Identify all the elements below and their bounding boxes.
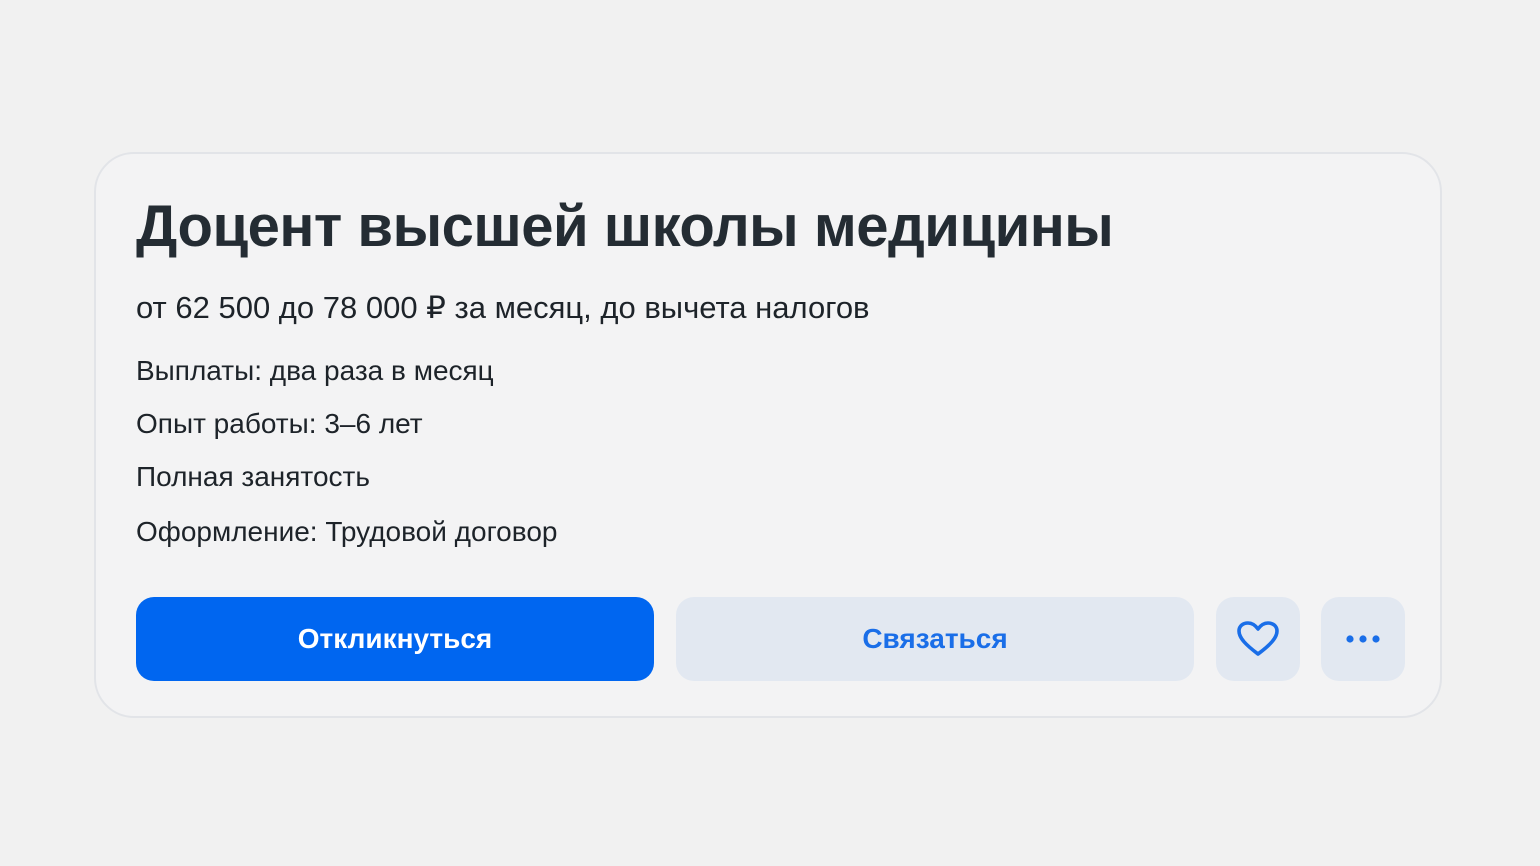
work-experience: Опыт работы: 3–6 лет: [136, 408, 423, 439]
contract-type: Оформление: Трудовой договор: [136, 516, 558, 547]
vacancy-title: Доцент высшей школы медицины: [136, 194, 1114, 259]
more-button[interactable]: [1321, 597, 1405, 681]
respond-button-label: Откликнуться: [297, 623, 493, 654]
employment-type: Полная занятость: [136, 461, 370, 492]
respond-button[interactable]: Откликнуться: [136, 597, 654, 681]
contact-button-label: Связаться: [862, 623, 1008, 654]
favorite-button[interactable]: [1216, 597, 1300, 681]
vacancy-card: Доцент высшей школы медицины от 62 500 д…: [94, 152, 1442, 718]
payment-schedule: Выплаты: два раза в месяц: [136, 355, 494, 386]
heart-icon: [1236, 620, 1280, 658]
salary-text: от 62 500 до 78 000 ₽ за месяц, до вычет…: [136, 290, 870, 325]
more-horizontal-icon: [1345, 634, 1381, 644]
contact-button[interactable]: Связаться: [676, 597, 1194, 681]
